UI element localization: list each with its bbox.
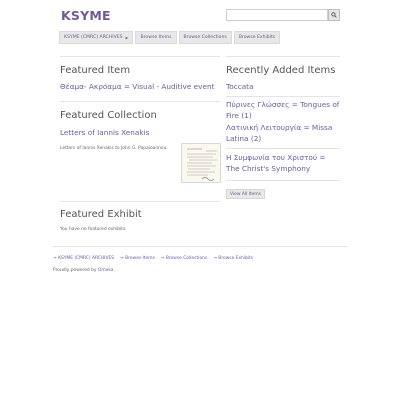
powered-by: Proudly powered by Omeka. — [53, 268, 115, 273]
featured-collection-description: Letters of Iannis Xenakis to John G. Pap… — [60, 146, 168, 151]
divider — [60, 201, 220, 202]
search-icon — [331, 12, 337, 18]
featured-item-link[interactable]: Θέαμα- Ακρόαμα = Visual - Auditive event — [60, 82, 225, 93]
view-all-items-button[interactable]: View All Items — [226, 189, 265, 199]
featured-item-heading: Featured Item — [60, 65, 131, 76]
footer-link-browse-exhibits[interactable]: → Browse Exhibits — [213, 256, 253, 261]
powered-by-suffix: . — [113, 268, 115, 273]
no-exhibits-message: You have no featured exhibits. — [60, 227, 127, 232]
footer-link-archives[interactable]: → KSYME (CMRC) ARCHIVES — [53, 256, 114, 261]
divider — [60, 101, 220, 102]
caret-right-icon: ▶ — [125, 35, 129, 40]
search-button[interactable] — [328, 9, 340, 21]
collection-thumbnail[interactable] — [181, 143, 221, 183]
divider — [226, 148, 340, 149]
nav-item-browse-exhibits[interactable]: Browse Exhibits — [233, 31, 281, 44]
featured-exhibit-heading: Featured Exhibit — [60, 209, 142, 220]
divider — [226, 96, 340, 97]
featured-collection-heading: Featured Collection — [60, 110, 157, 121]
footer-nav: → KSYME (CMRC) ARCHIVES → Browse Items →… — [53, 256, 253, 261]
featured-collection-link[interactable]: Letters of Iannis Xenakis — [60, 128, 149, 139]
footer-link-browse-items[interactable]: → Browse Items — [120, 256, 155, 261]
recent-item-link[interactable]: Πύρινες Γλώσσες = Tongues of Fire (1) — [226, 100, 340, 122]
recent-item-link[interactable]: Λατινική Λειτουργία = Missa Latina (2) — [226, 123, 340, 145]
nav-item-browse-collections[interactable]: Browse Collections — [178, 31, 232, 44]
nav-item-browse-items[interactable]: Browse Items — [135, 31, 177, 44]
search-form — [226, 9, 340, 21]
site-title[interactable]: KSYME — [61, 8, 111, 23]
recent-items-heading: Recently Added Items — [226, 65, 336, 76]
divider — [226, 56, 340, 57]
nav-item-label: KSYME (CMRC) ARCHIVES — [64, 35, 123, 40]
footer-link-browse-collections[interactable]: → Browse Collections — [161, 256, 207, 261]
search-input[interactable] — [226, 9, 328, 21]
footer-divider — [53, 246, 347, 247]
recent-item-link[interactable]: Toccata — [226, 82, 340, 93]
powered-by-text: Proudly powered by — [53, 268, 98, 273]
divider — [60, 56, 220, 57]
omeka-link[interactable]: Omeka — [98, 268, 114, 273]
main-nav: KSYME (CMRC) ARCHIVES ▶ Browse Items Bro… — [59, 31, 281, 44]
recent-item-link[interactable]: Η Συμφωνία του Χριστού = The Christ's Sy… — [226, 153, 340, 175]
nav-item-archives[interactable]: KSYME (CMRC) ARCHIVES ▶ — [59, 31, 134, 44]
divider — [226, 180, 340, 181]
